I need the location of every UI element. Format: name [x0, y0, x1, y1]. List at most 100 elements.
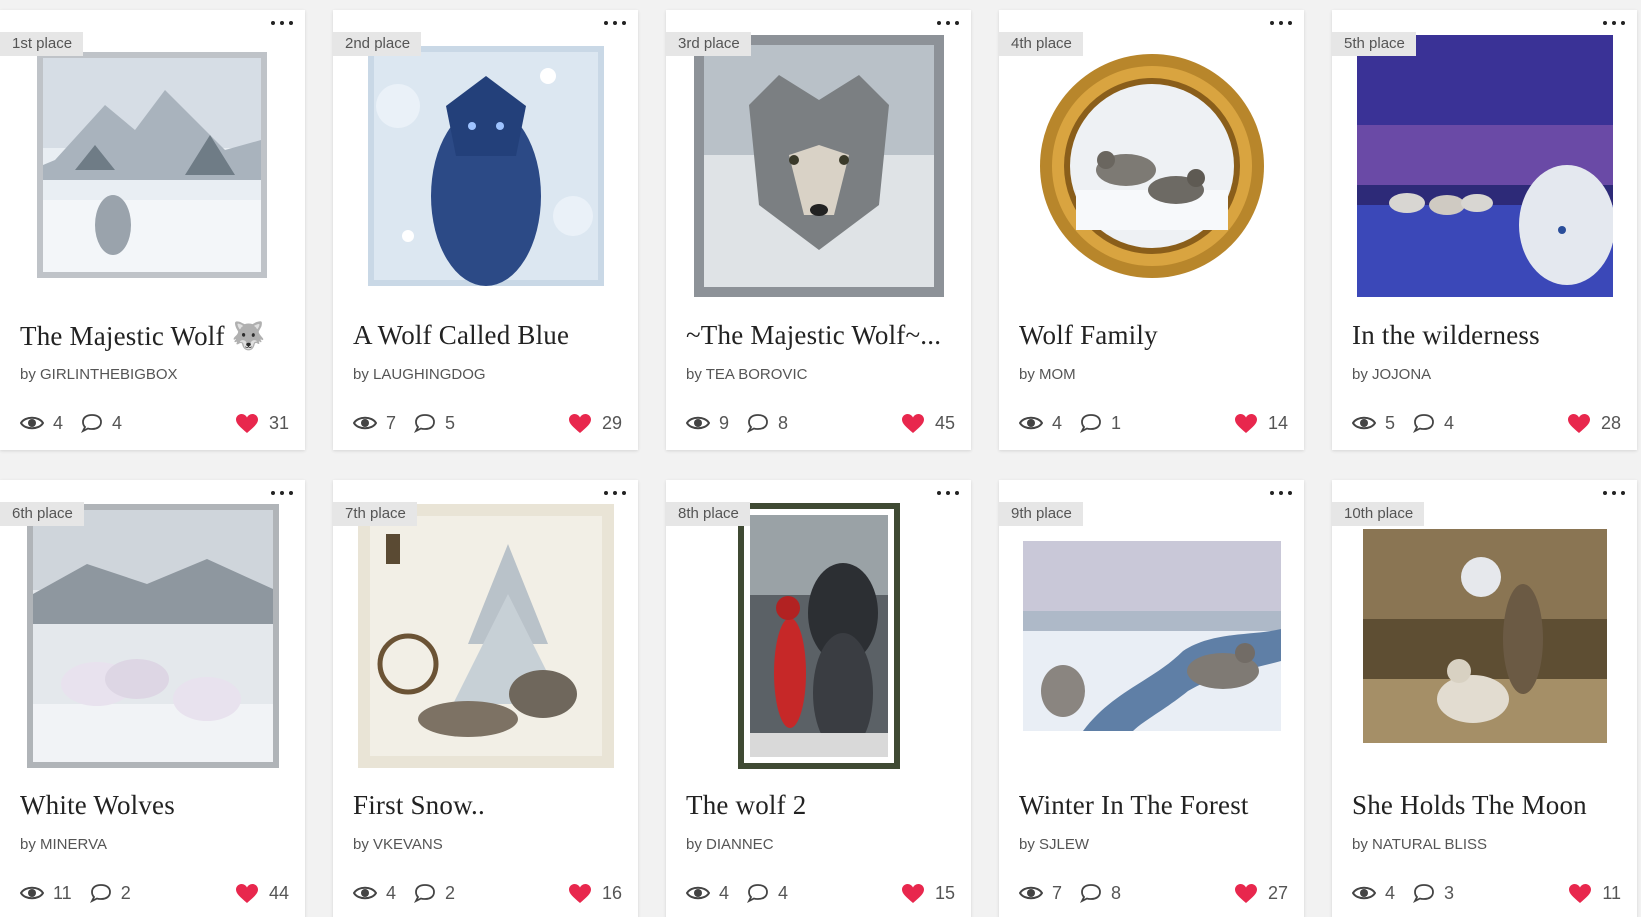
- comments-stat[interactable]: 4: [747, 883, 788, 904]
- like-button[interactable]: 28: [1567, 413, 1621, 434]
- comments-stat[interactable]: 8: [1080, 883, 1121, 904]
- entry-thumbnail[interactable]: [1354, 30, 1616, 302]
- comment-icon: [1080, 414, 1101, 433]
- more-options-button[interactable]: [604, 486, 626, 500]
- rank-badge: 7th place: [333, 502, 417, 526]
- author-link[interactable]: VKEVANS: [373, 836, 443, 853]
- more-options-button[interactable]: [271, 16, 293, 30]
- entry-image: [1363, 529, 1607, 743]
- comments-count: 8: [1111, 882, 1122, 903]
- author-link[interactable]: TEA BOROVIC: [706, 366, 808, 383]
- entry-title[interactable]: White Wolves: [20, 790, 288, 821]
- byline-prefix: by: [686, 366, 702, 383]
- comments-stat[interactable]: 3: [1413, 883, 1454, 904]
- like-button[interactable]: 16: [568, 883, 622, 904]
- like-button[interactable]: 14: [1234, 413, 1288, 434]
- eye-icon: [1019, 416, 1043, 430]
- entry-title[interactable]: A Wolf Called Blue: [353, 320, 621, 351]
- like-button[interactable]: 11: [1568, 883, 1621, 904]
- like-button[interactable]: 31: [235, 413, 289, 434]
- eye-icon: [1019, 886, 1043, 900]
- entry-thumbnail[interactable]: [688, 30, 950, 302]
- comments-stat[interactable]: 4: [81, 413, 122, 434]
- entry-title[interactable]: ~The Majestic Wolf~...: [686, 320, 954, 351]
- author-link[interactable]: MOM: [1039, 366, 1076, 383]
- like-button[interactable]: 27: [1234, 883, 1288, 904]
- entry-title[interactable]: First Snow..: [353, 790, 621, 821]
- like-button[interactable]: 29: [568, 413, 622, 434]
- views-stat: 7: [1019, 883, 1062, 904]
- entry-title[interactable]: Wolf Family: [1019, 320, 1287, 351]
- comments-stat[interactable]: 2: [89, 883, 131, 904]
- entry-stats: 9 8 45: [686, 410, 955, 436]
- eye-icon: [686, 416, 710, 430]
- more-options-button[interactable]: [1603, 16, 1625, 30]
- comments-stat[interactable]: 4: [1413, 413, 1454, 434]
- comments-count: 5: [445, 412, 456, 433]
- eye-icon: [353, 886, 377, 900]
- comments-count: 3: [1444, 882, 1455, 903]
- more-options-button[interactable]: [937, 16, 959, 30]
- comments-stat[interactable]: 8: [747, 413, 788, 434]
- entry-title[interactable]: Winter In The Forest: [1019, 790, 1287, 821]
- byline: by GIRLINTHEBIGBOX: [20, 366, 178, 383]
- entry-image: [27, 504, 279, 768]
- byline-prefix: by: [353, 366, 369, 383]
- like-button[interactable]: 45: [901, 413, 955, 434]
- entry-title[interactable]: She Holds The Moon: [1352, 790, 1620, 821]
- author-link[interactable]: SJLEW: [1039, 836, 1089, 853]
- author-link[interactable]: GIRLINTHEBIGBOX: [40, 366, 178, 383]
- comments-stat[interactable]: 2: [414, 883, 455, 904]
- views-count: 4: [1052, 412, 1063, 433]
- author-link[interactable]: LAUGHINGDOG: [373, 366, 486, 383]
- entry-thumbnail[interactable]: [1354, 500, 1616, 772]
- entry-thumbnail[interactable]: [22, 500, 284, 772]
- entry-title[interactable]: The Majestic Wolf 🐺: [20, 320, 288, 352]
- byline: by VKEVANS: [353, 836, 443, 853]
- byline-prefix: by: [686, 836, 702, 853]
- likes-count: 45: [934, 412, 955, 433]
- comment-icon: [1080, 884, 1101, 903]
- comments-count: 4: [778, 882, 789, 903]
- entry-thumbnail[interactable]: [688, 500, 950, 772]
- more-options-button[interactable]: [937, 486, 959, 500]
- comments-stat[interactable]: 5: [414, 413, 455, 434]
- author-link[interactable]: NATURAL BLISS: [1372, 836, 1487, 853]
- author-link[interactable]: DIANNEC: [706, 836, 774, 853]
- eye-icon: [1352, 886, 1376, 900]
- comment-icon: [414, 414, 435, 433]
- comment-icon: [89, 884, 111, 903]
- entry-card: 9th place Winter In The Forest by SJLEW …: [999, 480, 1304, 917]
- author-link[interactable]: JOJONA: [1372, 366, 1431, 383]
- entry-stats: 4 2 16: [353, 880, 622, 906]
- heart-icon: [1234, 413, 1257, 433]
- like-button[interactable]: 44: [235, 883, 289, 904]
- likes-count: 15: [934, 882, 955, 903]
- entry-thumbnail[interactable]: [22, 30, 284, 302]
- views-stat: 4: [353, 883, 396, 904]
- more-options-button[interactable]: [1603, 486, 1625, 500]
- more-options-button[interactable]: [271, 486, 293, 500]
- entry-thumbnail[interactable]: [355, 500, 617, 772]
- entry-thumbnail[interactable]: [355, 30, 617, 302]
- author-link[interactable]: MINERVA: [40, 836, 107, 853]
- rank-badge: 1st place: [0, 32, 84, 56]
- byline-prefix: by: [353, 836, 369, 853]
- like-button[interactable]: 15: [901, 883, 955, 904]
- views-count: 4: [386, 882, 397, 903]
- more-options-button[interactable]: [1270, 486, 1292, 500]
- entry-title[interactable]: In the wilderness: [1352, 320, 1620, 351]
- entry-stats: 4 4 15: [686, 880, 955, 906]
- eye-icon: [20, 416, 44, 430]
- comments-count: 4: [1444, 412, 1455, 433]
- entry-thumbnail[interactable]: [1021, 500, 1283, 772]
- more-options-button[interactable]: [604, 16, 626, 30]
- entry-title[interactable]: The wolf 2: [686, 790, 954, 821]
- entry-thumbnail[interactable]: [1021, 30, 1283, 302]
- views-stat: 4: [1352, 883, 1395, 904]
- comment-icon: [81, 414, 102, 433]
- comments-stat[interactable]: 1: [1080, 413, 1121, 434]
- more-options-button[interactable]: [1270, 16, 1292, 30]
- rank-badge: 8th place: [666, 502, 750, 526]
- views-stat: 11: [20, 883, 72, 904]
